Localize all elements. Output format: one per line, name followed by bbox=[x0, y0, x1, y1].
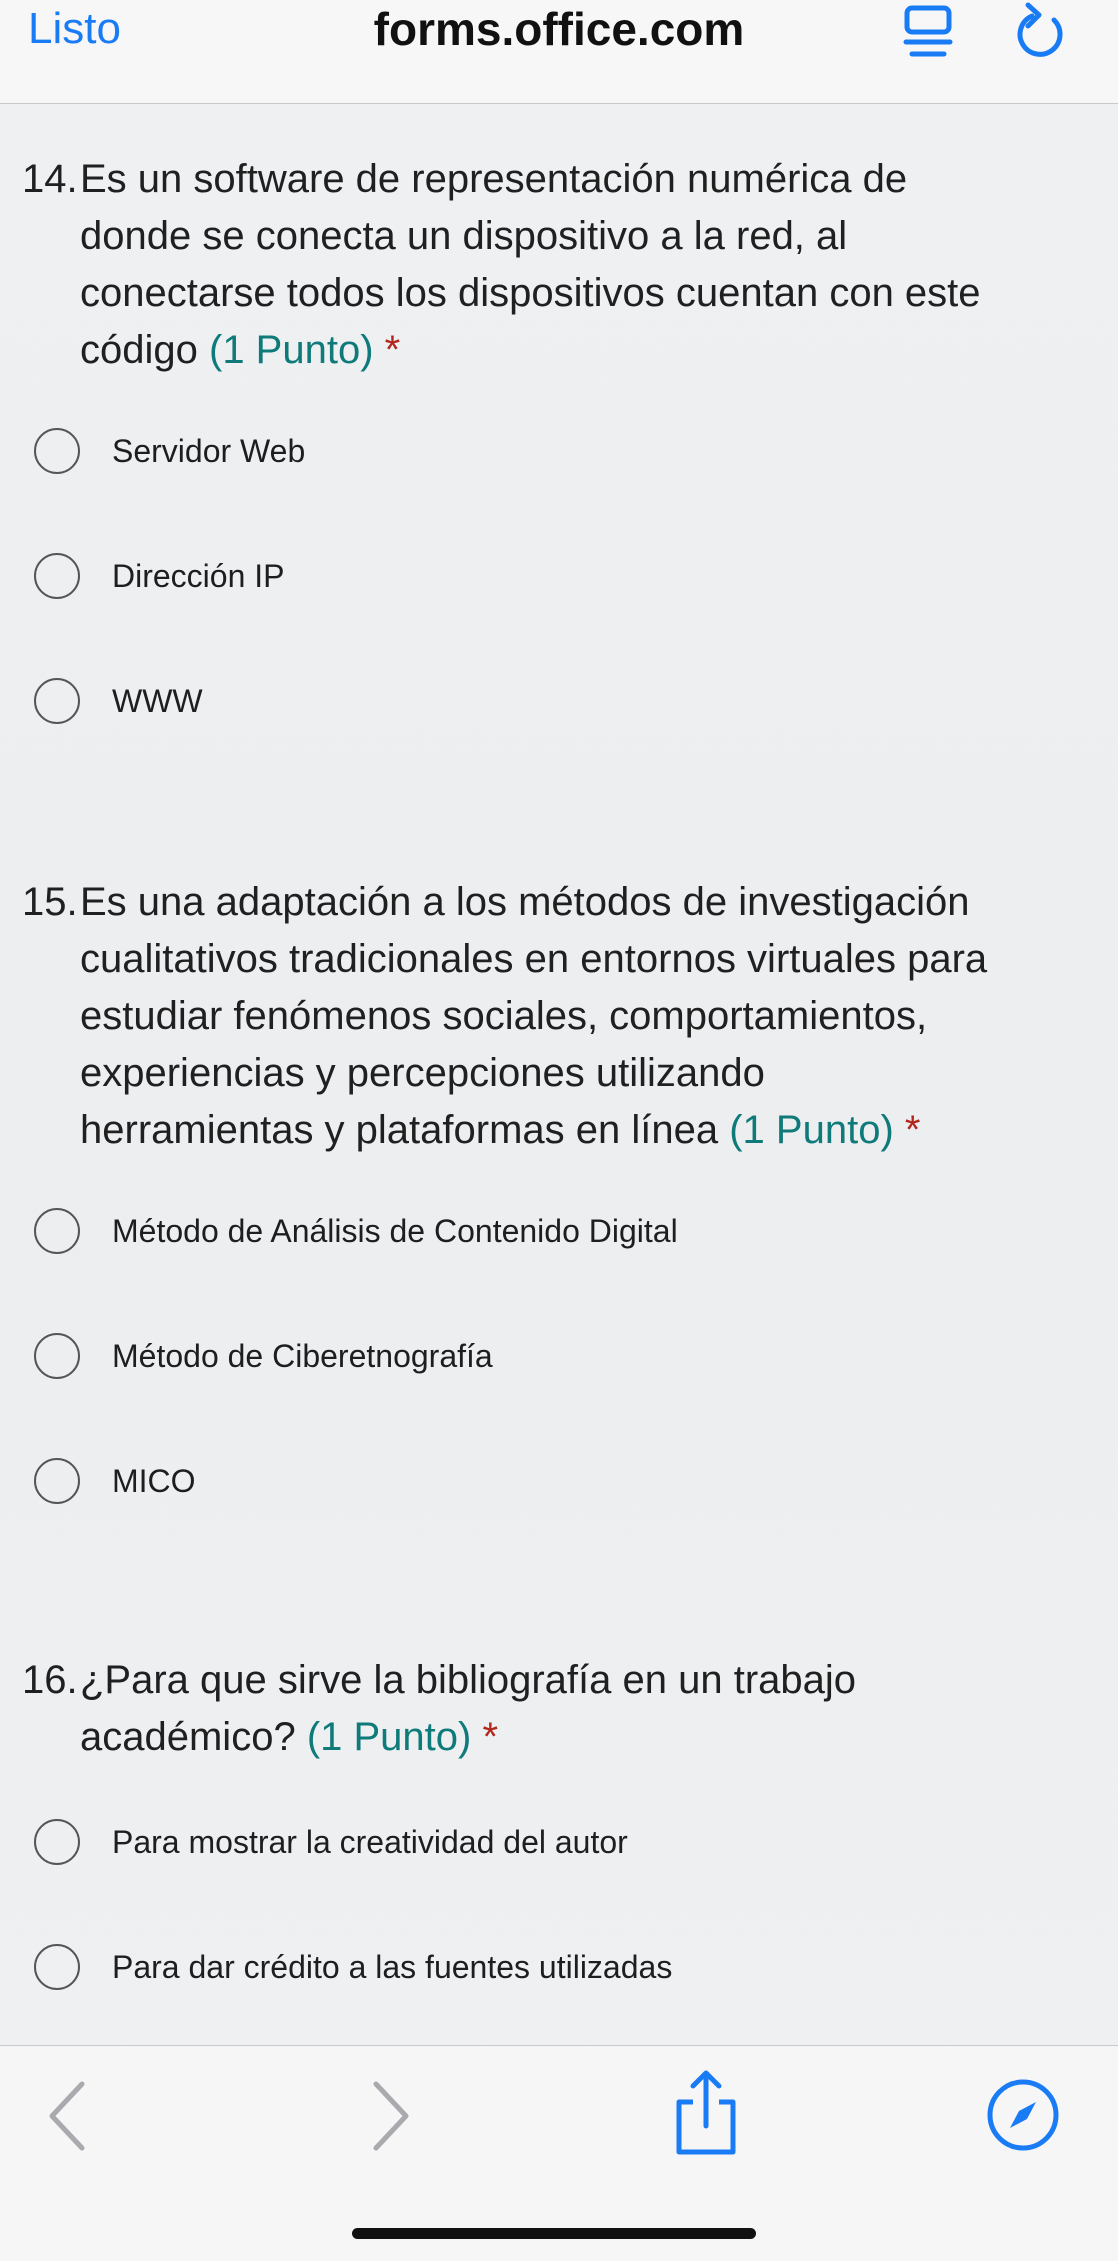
share-icon bbox=[676, 2070, 736, 2155]
question-title: 15. Es una adaptación a los métodos de i… bbox=[22, 874, 1102, 1159]
option-mico[interactable]: MICO bbox=[34, 1453, 1034, 1513]
option-credito-fuentes[interactable]: Para dar crédito a las fuentes utilizada… bbox=[34, 1939, 1034, 1999]
option-direccion-ip[interactable]: Dirección IP bbox=[34, 548, 1034, 608]
question-line: Es una adaptación a los métodos de inves… bbox=[80, 880, 970, 924]
question-text: herramientas y plataformas en línea bbox=[80, 1108, 719, 1152]
option-label: WWW bbox=[112, 683, 203, 719]
compass-icon bbox=[987, 2079, 1059, 2151]
radio-button[interactable] bbox=[34, 1333, 80, 1379]
option-label: Para dar crédito a las fuentes utilizada… bbox=[112, 1949, 673, 1985]
option-creatividad-autor[interactable]: Para mostrar la creatividad del autor bbox=[34, 1814, 1034, 1874]
radio-button[interactable] bbox=[34, 1208, 80, 1254]
option-label: Método de Ciberetnografía bbox=[112, 1338, 493, 1374]
points-label: (1 Punto) bbox=[209, 328, 374, 372]
question-title: 16. ¿Para que sirve la bibliografía en u… bbox=[22, 1652, 1102, 1766]
question-line: donde se conecta un dispositivo a la red… bbox=[80, 214, 848, 258]
question-line: cualitativos tradicionales en entornos v… bbox=[80, 937, 988, 981]
question-line: ¿Para que sirve la bibliografía en un tr… bbox=[80, 1658, 857, 1702]
safari-compass-button[interactable] bbox=[986, 2078, 1060, 2152]
radio-button[interactable] bbox=[34, 428, 80, 474]
home-indicator[interactable] bbox=[352, 2228, 756, 2239]
chevron-right-icon bbox=[373, 2081, 409, 2151]
question-text: académico? bbox=[80, 1715, 296, 1759]
chevron-left-icon bbox=[49, 2081, 85, 2151]
question-line: conectarse todos los dispositivos cuenta… bbox=[80, 271, 981, 315]
option-ciberetnografia[interactable]: Método de Ciberetnografía bbox=[34, 1328, 1034, 1388]
points-label: (1 Punto) bbox=[306, 1715, 472, 1759]
question-number: 14. bbox=[22, 157, 78, 201]
reader-mode-button[interactable] bbox=[898, 4, 958, 60]
browser-top-bar: forms.office.com Listo bbox=[0, 0, 1118, 104]
share-button[interactable] bbox=[671, 2068, 741, 2158]
option-label: MICO bbox=[112, 1463, 196, 1499]
option-label: Método de Análisis de Contenido Digital bbox=[112, 1213, 678, 1249]
done-button[interactable]: Listo bbox=[28, 0, 121, 58]
option-label: Servidor Web bbox=[112, 433, 306, 469]
reload-icon bbox=[1017, 2, 1063, 57]
question-number: 15. bbox=[22, 880, 78, 924]
option-label: Para mostrar la creatividad del autor bbox=[112, 1824, 628, 1860]
required-marker: * bbox=[904, 1108, 921, 1152]
question-last-line: código (1 Punto) * bbox=[80, 322, 1102, 379]
option-servidor-web[interactable]: Servidor Web bbox=[34, 423, 1034, 483]
radio-button[interactable] bbox=[34, 1458, 80, 1504]
question-number: 16. bbox=[22, 1658, 78, 1702]
radio-button[interactable] bbox=[34, 553, 80, 599]
question-last-line: académico? (1 Punto) * bbox=[80, 1709, 1102, 1766]
points-label: (1 Punto) bbox=[729, 1108, 894, 1152]
forward-button[interactable] bbox=[362, 2076, 418, 2156]
radio-button[interactable] bbox=[34, 1944, 80, 1990]
question-line: Es un software de representación numéric… bbox=[80, 157, 908, 201]
question-title: 14. Es un software de representación num… bbox=[22, 151, 1102, 379]
form-content: 14. Es un software de representación num… bbox=[0, 103, 1118, 2045]
radio-button[interactable] bbox=[34, 1819, 80, 1865]
radio-button[interactable] bbox=[34, 678, 80, 724]
option-analisis-contenido-digital[interactable]: Método de Análisis de Contenido Digital bbox=[34, 1203, 1034, 1263]
back-button[interactable] bbox=[40, 2076, 96, 2156]
question-last-line: herramientas y plataformas en línea (1 P… bbox=[80, 1102, 1102, 1159]
required-marker: * bbox=[482, 1715, 499, 1759]
option-www[interactable]: WWW bbox=[34, 673, 1034, 733]
reload-button[interactable] bbox=[1010, 2, 1072, 64]
question-text: código bbox=[80, 328, 198, 372]
option-label: Dirección IP bbox=[112, 558, 285, 594]
question-line: experiencias y percepciones utilizando bbox=[80, 1051, 765, 1095]
reader-icon bbox=[903, 5, 953, 57]
question-line: estudiar fenómenos sociales, comportamie… bbox=[80, 994, 928, 1038]
required-marker: * bbox=[384, 328, 401, 372]
